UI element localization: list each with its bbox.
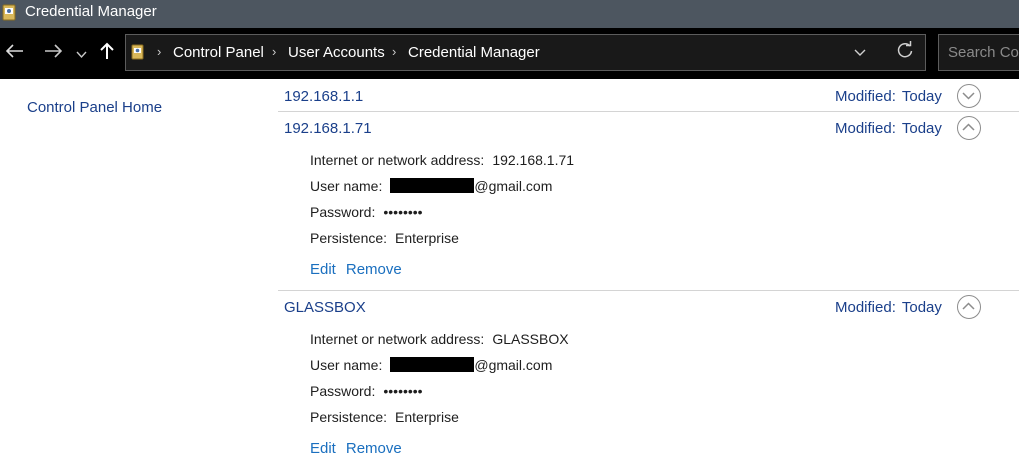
address-value: GLASSBOX xyxy=(492,331,569,347)
password-label: Password: xyxy=(310,204,376,220)
chevron-down-icon xyxy=(76,51,87,59)
username-value: @gmail.com xyxy=(474,178,553,194)
address-history-button[interactable] xyxy=(854,45,866,60)
up-button[interactable] xyxy=(100,42,114,64)
modified-value: Today xyxy=(901,88,942,105)
username-row: User name: @gmail.com xyxy=(310,356,552,374)
persistence-value: Enterprise xyxy=(395,409,459,425)
collapse-button[interactable] xyxy=(957,295,981,319)
collapse-button[interactable] xyxy=(957,116,981,140)
modified-label: Modified: xyxy=(835,88,896,105)
window-title: Credential Manager xyxy=(25,3,157,20)
username-label: User name: xyxy=(310,178,383,194)
address-row: Internet or network address: GLASSBOX xyxy=(310,330,569,348)
persistence-row: Persistence: Enterprise xyxy=(310,229,459,247)
breadcrumb-control-panel[interactable]: Control Panel xyxy=(173,44,264,62)
credential-header-192-168-1-1[interactable]: 192.168.1.1 Modified: Today xyxy=(278,80,983,112)
credential-manager-icon xyxy=(131,44,144,60)
credential-header-192-168-1-71[interactable]: 192.168.1.71 Modified: Today xyxy=(278,112,983,144)
recent-locations-button[interactable] xyxy=(76,45,87,65)
chevron-right-icon[interactable]: › xyxy=(392,44,396,59)
modified-value: Today xyxy=(901,120,942,137)
remove-link[interactable]: Remove xyxy=(346,261,402,278)
credential-name[interactable]: 192.168.1.1 xyxy=(284,88,363,105)
address-label: Internet or network address: xyxy=(310,152,485,168)
redaction-box xyxy=(390,357,475,372)
refresh-button[interactable] xyxy=(896,41,914,65)
search-placeholder: Search Cor xyxy=(948,44,1019,61)
credential-modified: Modified: Today xyxy=(835,120,942,137)
persistence-label: Persistence: xyxy=(310,409,388,425)
credential-name[interactable]: 192.168.1.71 xyxy=(284,120,372,137)
password-label: Password: xyxy=(310,383,376,399)
username-row: User name: @gmail.com xyxy=(310,177,552,195)
breadcrumb-user-accounts[interactable]: User Accounts xyxy=(288,44,385,62)
username-label: User name: xyxy=(310,357,383,373)
remove-link[interactable]: Remove xyxy=(346,440,402,457)
password-value: •••••••• xyxy=(383,383,423,399)
address-value: 192.168.1.71 xyxy=(492,152,575,168)
credential-header-glassbox[interactable]: GLASSBOX Modified: Today xyxy=(278,291,983,323)
credential-actions: Edit Remove xyxy=(310,261,412,278)
persistence-row: Persistence: Enterprise xyxy=(310,408,459,426)
credential-actions: Edit Remove xyxy=(310,440,412,457)
arrow-right-icon xyxy=(45,44,63,58)
chevron-up-icon xyxy=(962,302,975,310)
credential-modified: Modified: Today xyxy=(835,299,942,316)
title-bar: Credential Manager xyxy=(0,0,1019,28)
arrow-up-icon xyxy=(100,42,114,59)
chevron-right-icon[interactable]: › xyxy=(272,44,276,59)
edit-link[interactable]: Edit xyxy=(310,261,336,278)
chevron-down-icon xyxy=(962,92,975,100)
username-value: @gmail.com xyxy=(474,357,553,373)
password-row: Password: •••••••• xyxy=(310,382,423,400)
address-bar[interactable]: › Control Panel › User Accounts › Creden… xyxy=(125,34,926,71)
modified-label: Modified: xyxy=(835,299,896,316)
chevron-down-icon xyxy=(854,49,866,56)
password-value: •••••••• xyxy=(383,204,423,220)
chevron-up-icon xyxy=(962,123,975,131)
back-button[interactable] xyxy=(5,42,24,62)
redaction-box xyxy=(390,178,475,193)
breadcrumb-credential-manager[interactable]: Credential Manager xyxy=(408,44,540,62)
persistence-value: Enterprise xyxy=(395,230,459,246)
forward-button[interactable] xyxy=(44,42,63,62)
chevron-right-icon: › xyxy=(157,44,162,59)
arrow-left-icon xyxy=(5,44,23,58)
credential-modified: Modified: Today xyxy=(835,88,942,105)
search-input[interactable]: Search Cor xyxy=(938,34,1019,71)
address-row: Internet or network address: 192.168.1.71 xyxy=(310,151,574,169)
refresh-icon xyxy=(897,41,913,58)
credential-manager-icon xyxy=(2,4,16,21)
credential-name[interactable]: GLASSBOX xyxy=(284,299,366,316)
modified-value: Today xyxy=(901,299,942,316)
persistence-label: Persistence: xyxy=(310,230,388,246)
modified-label: Modified: xyxy=(835,120,896,137)
control-panel-home-link[interactable]: Control Panel Home xyxy=(27,99,162,116)
address-label: Internet or network address: xyxy=(310,331,485,347)
expand-button[interactable] xyxy=(957,84,981,108)
navigation-bar: › Control Panel › User Accounts › Creden… xyxy=(0,28,1019,79)
edit-link[interactable]: Edit xyxy=(310,440,336,457)
password-row: Password: •••••••• xyxy=(310,203,423,221)
